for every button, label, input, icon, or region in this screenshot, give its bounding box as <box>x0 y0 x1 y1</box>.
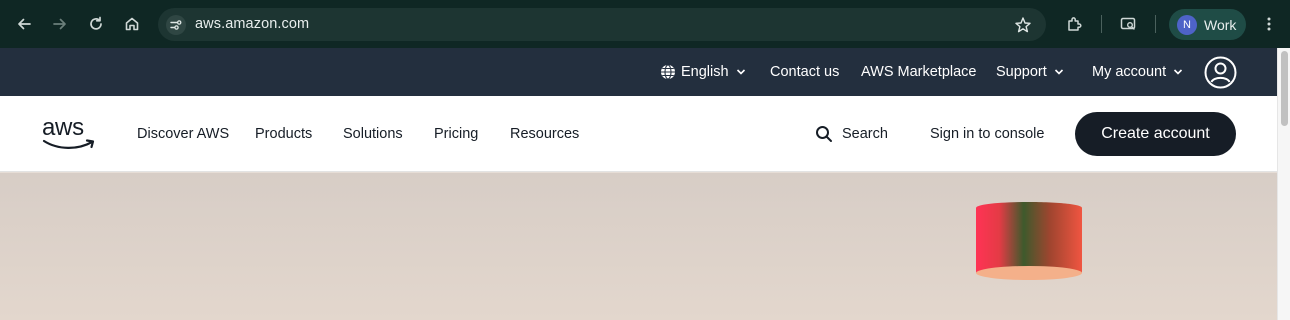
support-menu[interactable]: Support <box>996 48 1064 96</box>
forward-arrow-icon[interactable] <box>48 12 72 36</box>
avatar: N <box>1177 14 1197 35</box>
chevron-down-icon <box>1054 69 1063 75</box>
nav-solutions[interactable]: Solutions <box>343 96 403 172</box>
nav-discover-aws[interactable]: Discover AWS <box>137 96 229 172</box>
nav-resources[interactable]: Resources <box>510 96 579 172</box>
lamp-illustration <box>976 202 1082 280</box>
aws-logo[interactable]: aws <box>42 114 100 154</box>
page-scrollbar[interactable] <box>1277 48 1290 320</box>
extensions-icon[interactable] <box>1062 12 1086 36</box>
back-arrow-icon[interactable] <box>12 12 36 36</box>
language-selector[interactable]: English <box>660 48 746 96</box>
chevron-down-icon <box>736 69 745 75</box>
site-settings-icon[interactable] <box>166 15 186 35</box>
globe-icon <box>661 64 675 80</box>
scrollbar-thumb[interactable] <box>1281 51 1288 126</box>
main-navigation: aws Discover AWS Products Solutions Pric… <box>0 96 1277 172</box>
profile-label: Work <box>1204 16 1237 33</box>
search-icon <box>816 126 832 142</box>
toolbar-divider <box>1101 15 1102 33</box>
nav-pricing[interactable]: Pricing <box>434 96 478 172</box>
aws-marketplace-link[interactable]: AWS Marketplace <box>861 48 977 96</box>
chevron-down-icon <box>1174 69 1183 75</box>
hero-banner <box>0 173 1277 320</box>
menu-kebab-icon[interactable] <box>1257 12 1281 36</box>
contact-us-link[interactable]: Contact us <box>770 48 839 96</box>
user-account-icon[interactable] <box>1204 56 1237 89</box>
bookmark-star-icon[interactable] <box>1013 15 1033 35</box>
toolbar-divider <box>1155 15 1156 33</box>
reload-icon[interactable] <box>84 12 108 36</box>
home-icon[interactable] <box>120 12 144 36</box>
language-label: English <box>681 64 729 80</box>
nav-products[interactable]: Products <box>255 96 312 172</box>
url-text[interactable]: aws.amazon.com <box>195 8 309 41</box>
smile-arrow-icon <box>42 139 95 149</box>
my-account-menu[interactable]: My account <box>1092 48 1183 96</box>
browser-toolbar: aws.amazon.com N Work <box>0 0 1290 48</box>
search-button[interactable]: Search <box>815 96 888 172</box>
create-account-button[interactable]: Create account <box>1075 112 1236 156</box>
side-panel-icon[interactable] <box>1116 12 1140 36</box>
my-account-label: My account <box>1092 64 1167 80</box>
profile-chip[interactable]: N Work <box>1169 9 1246 40</box>
search-label: Search <box>842 126 888 142</box>
address-bar[interactable]: aws.amazon.com <box>158 8 1046 41</box>
utility-bar: English Contact us AWS Marketplace Suppo… <box>0 48 1277 96</box>
support-label: Support <box>996 64 1047 80</box>
sign-in-console-link[interactable]: Sign in to console <box>930 96 1044 172</box>
